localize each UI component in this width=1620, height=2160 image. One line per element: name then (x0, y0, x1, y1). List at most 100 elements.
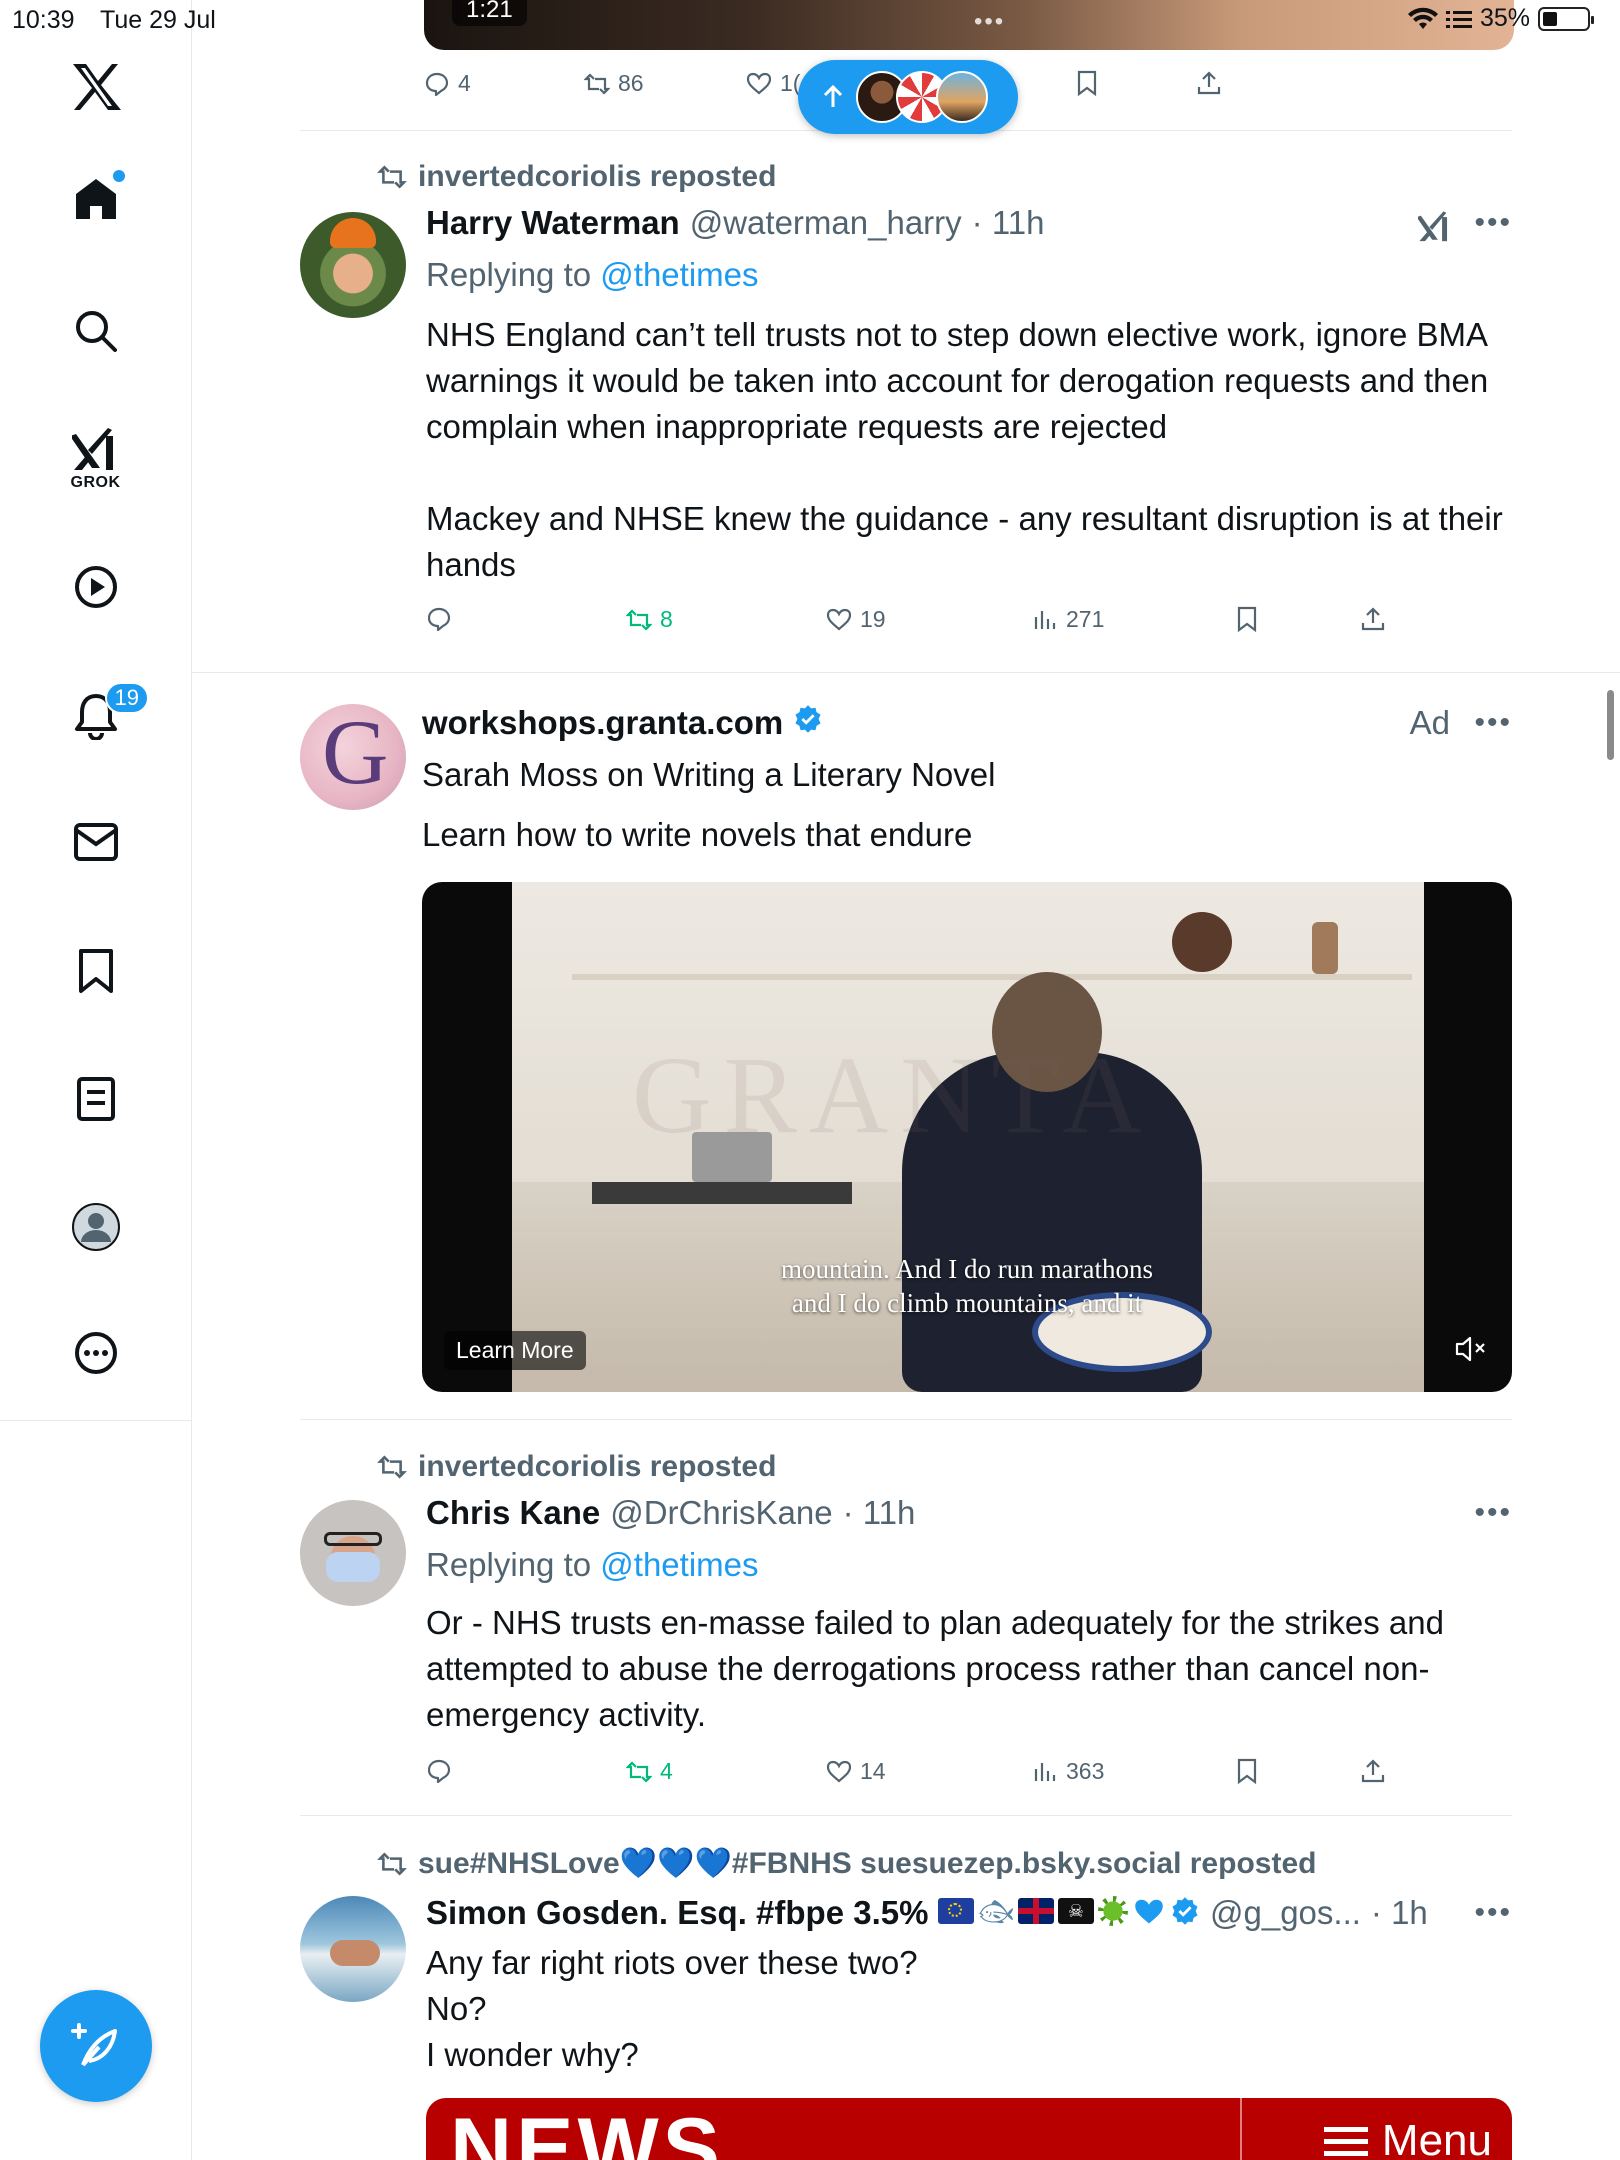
news-divider (1240, 2098, 1242, 2160)
post-header: Simon Gosden. Esq. #fbpe 3.5% 🐟︎ ☠ @g_go… (426, 1894, 1428, 1932)
post-header: Harry Waterman @waterman_harry · 11h (426, 204, 1044, 242)
repost-icon (377, 1851, 407, 1876)
share-button[interactable] (1196, 70, 1222, 96)
x-logo-icon[interactable] (70, 62, 122, 112)
reply-icon (427, 1759, 451, 1784)
post-time: · 11h (971, 204, 1045, 241)
avatar[interactable] (300, 212, 406, 318)
compose-post-button[interactable] (40, 1990, 152, 2102)
like-button[interactable]: 1( (746, 70, 800, 97)
reply-button[interactable] (426, 1758, 460, 1784)
more-options-icon[interactable]: ••• (1474, 706, 1512, 740)
post-text: Any far right riots over these two? No? … (426, 1944, 918, 2073)
pill-avatar (936, 71, 988, 123)
bookmark-button[interactable] (1074, 70, 1100, 96)
user-handle[interactable]: @g_gos... (1210, 1894, 1361, 1932)
new-posts-pill[interactable] (798, 60, 1018, 134)
arrow-up-icon (823, 85, 843, 107)
post-divider (192, 672, 1620, 673)
avatar-letter: G (322, 704, 389, 803)
post-image-news[interactable]: NEWS Menu (426, 2098, 1512, 2160)
views-button[interactable]: 271 (1032, 606, 1104, 633)
share-icon (1361, 1759, 1385, 1783)
more-options-icon[interactable] (73, 1330, 119, 1376)
bookmark-button[interactable] (1234, 1758, 1260, 1784)
ad-subtitle: Learn how to write novels that endure (422, 816, 973, 853)
repost-by-label: invertedcoriolis reposted (418, 1450, 777, 1483)
repost-button[interactable]: 8 (626, 606, 673, 633)
like-count: 14 (860, 1758, 886, 1784)
repost-button[interactable]: 86 (584, 70, 644, 97)
like-button[interactable]: 14 (826, 1758, 886, 1785)
learn-more-button[interactable]: Learn More (444, 1331, 586, 1370)
video-caption-line-1: mountain. And I do run marathons (781, 1254, 1153, 1284)
compose-feather-icon (71, 2023, 117, 2067)
ad-video[interactable]: GRANTA mountain. And I do run marathons … (422, 882, 1512, 1392)
lists-icon[interactable] (76, 1076, 116, 1122)
post-text: NHS England can’t tell trusts not to ste… (426, 316, 1503, 583)
avatar[interactable] (300, 1896, 406, 2002)
repost-attribution: invertedcoriolis reposted (376, 1450, 776, 1484)
news-heading: NEWS (450, 2101, 724, 2160)
user-handle[interactable]: @waterman_harry (690, 204, 962, 242)
display-name[interactable]: Simon Gosden. Esq. #fbpe 3.5% (426, 1894, 928, 1932)
grok-label: GROK (70, 474, 121, 491)
share-button[interactable] (1360, 606, 1386, 632)
repost-attribution: invertedcoriolis reposted (376, 160, 776, 194)
mail-icon[interactable] (73, 822, 119, 862)
display-name[interactable]: Harry Waterman (426, 204, 680, 242)
replying-mention[interactable]: @thetimes (600, 256, 758, 293)
repost-button[interactable]: 4 (626, 1758, 673, 1785)
post-time: · 11h (842, 1494, 916, 1531)
repost-by-label: sue#NHSLove💙💙💙#FBNHS suesuezep.bsky.soci… (418, 1847, 1317, 1880)
grok-icon (71, 428, 113, 470)
display-name[interactable]: Chris Kane (426, 1494, 600, 1532)
post-time: · 1h (1370, 1894, 1428, 1931)
reply-count: 4 (458, 70, 471, 96)
muted-speaker-icon[interactable] (1454, 1334, 1488, 1364)
repost-count: 86 (618, 70, 644, 96)
ad-title: Sarah Moss on Writing a Literary Novel (422, 756, 996, 793)
user-handle[interactable]: @DrChrisKane (610, 1494, 832, 1532)
search-icon[interactable] (73, 308, 119, 354)
reply-button[interactable]: 4 (424, 70, 471, 97)
uk-flag-icon (1018, 1898, 1054, 1924)
grok-icon[interactable] (1418, 210, 1452, 244)
video-play-icon[interactable] (73, 564, 119, 610)
more-options-icon[interactable]: ••• (1474, 206, 1512, 240)
heart-icon (826, 1760, 852, 1782)
post-header: Chris Kane @DrChrisKane · 11h (426, 1494, 915, 1532)
share-icon (1361, 607, 1385, 631)
profile-avatar[interactable] (71, 1202, 121, 1252)
status-time: 10:39 (12, 6, 75, 34)
avatar[interactable] (300, 1500, 406, 1606)
bookmark-icon[interactable] (76, 948, 116, 994)
video-caption-line-2: and I do climb mountains, and it (791, 1288, 1143, 1318)
analytics-icon (1034, 1762, 1056, 1781)
more-options-icon[interactable]: ••• (1474, 1896, 1512, 1930)
granta-watermark: GRANTA (632, 1034, 1154, 1156)
repost-icon (626, 1760, 652, 1783)
news-menu: Menu (1323, 2116, 1492, 2160)
home-icon[interactable] (73, 170, 125, 222)
post-divider (300, 1419, 1512, 1420)
repost-count: 4 (660, 1758, 673, 1784)
post-actions: 8 19 271 (426, 606, 1512, 640)
replying-to: Replying to @thetimes (426, 256, 759, 294)
list-icon (1445, 10, 1472, 28)
replying-mention[interactable]: @thetimes (600, 1546, 758, 1583)
reply-button[interactable] (426, 606, 460, 632)
advertiser-name[interactable]: workshops.granta.com (422, 704, 783, 742)
avatar[interactable]: G (300, 704, 406, 810)
more-options-icon[interactable]: ••• (1474, 1496, 1512, 1530)
like-button[interactable]: 19 (826, 606, 886, 633)
notifications-nav[interactable]: 19 (73, 682, 149, 740)
views-button[interactable]: 363 (1032, 1758, 1104, 1785)
share-button[interactable] (1360, 1758, 1386, 1784)
virus-icon (1098, 1896, 1128, 1926)
feed-scrollbar[interactable] (1607, 690, 1614, 760)
share-icon (1197, 71, 1221, 95)
verified-badge-icon (1172, 1897, 1198, 1925)
bookmark-button[interactable] (1234, 606, 1260, 632)
grok-nav[interactable]: GROK (71, 428, 121, 492)
